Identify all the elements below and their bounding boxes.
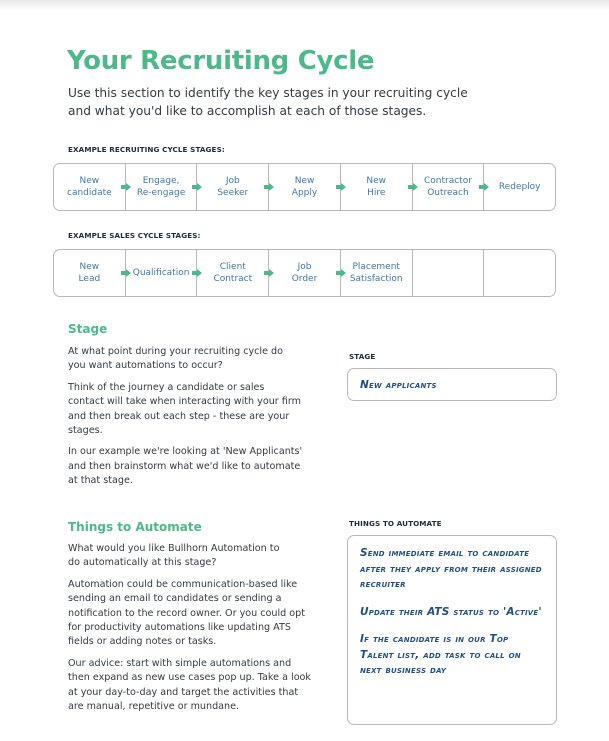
arrow-right-icon [264,269,275,277]
stage-line: Client [219,262,246,272]
stage-paragraph: Think of the journey a candidate or sale… [68,381,301,437]
stage-line: Job [297,262,312,272]
sales-stage-cell: Client Contract [192,250,268,296]
automate-box-label: THINGS TO AUTOMATE [349,519,442,528]
page-top-shadow [0,0,609,10]
automate-answer-text: Send immediate email to candidate after … [360,546,544,679]
automate-paragraph: What would you like Bullhorn Automation … [68,543,280,569]
sales-stage-cell: New Lead [54,250,125,296]
stage-line: Order [291,274,318,284]
recruiting-stage-cell: Engage, Re-engage [120,164,197,210]
sales-stage-label: Qualification [133,267,190,279]
recruiting-stage-label: New Hire [366,175,386,199]
stage-line: Seeker [217,188,249,198]
automate-paragraph: Our advice: start with simple automation… [68,657,311,713]
automate-answer-item: Update their ATS status to 'Active' [360,605,542,618]
sales-stage-label: Job Order [292,261,318,285]
stage-answer-box[interactable]: New applicants [347,368,557,401]
stage-line: Job [225,176,240,186]
arrow-right-icon [407,183,418,191]
arrow-right-icon [120,183,131,191]
recruiting-stage-cell: Redeploy [479,164,555,210]
recruiting-stage-cell: Contractor Outreach [407,164,484,210]
stage-line: New [294,176,315,186]
recruiting-stage-label: Job Seeker [217,175,248,199]
stage-line: Contractor [423,176,472,186]
arrow-right-icon [120,269,131,277]
sales-cycle-flow: New Lead Qualification Client Contract Job Ord… [53,249,556,297]
automate-paragraph: Automation could be communication-based … [68,578,306,648]
stage-line: Qualification [132,268,190,278]
sales-stage-cell: Placement Satisfaction [335,250,412,296]
automate-heading: Things to Automate [68,520,202,534]
sales-stage-cell [411,250,484,296]
recruiting-stage-label: Engage, Re-engage [137,175,185,199]
page-intro: Use this section to identify the key sta… [68,86,468,118]
recruiting-stage-cell: New candidate [54,164,125,210]
stage-line: Re-engage [136,188,186,198]
arrow-right-icon [335,183,346,191]
stage-line: Hire [367,188,386,198]
arrow-right-icon [479,183,490,191]
stage-description: At what point during your recruiting cyc… [68,345,303,496]
stage-heading: Stage [68,322,108,336]
sales-stage-cell [483,250,555,296]
arrow-right-icon [192,183,203,191]
page-title: Your Recruiting Cycle [67,46,375,76]
recruiting-stage-cell: New Apply [264,164,340,210]
automate-answer-item: If the candidate is in our Top Talent li… [360,633,521,676]
recruiting-cycle-label: EXAMPLE RECRUITING CYCLE STAGES: [68,145,225,154]
arrow-right-icon [192,269,203,277]
sales-stage-cell: Qualification [120,250,197,296]
stage-line: Lead [78,274,101,284]
automate-answer-box[interactable]: Send immediate email to candidate after … [347,535,557,725]
stage-line: New [366,176,387,186]
sales-stage-label: Placement Satisfaction [350,261,403,285]
stage-line: New [79,176,100,186]
stage-line: Apply [291,188,318,198]
sales-stage-label: New Lead [79,261,101,285]
stage-answer-text: New applicants [360,379,437,391]
stage-line: Placement [352,262,400,272]
stage-line: Redeploy [498,182,541,192]
recruiting-cycle-flow: New candidate Engage, Re-engage Job Seeker New… [53,163,556,211]
sales-stage-cell: Job Order [264,250,340,296]
stage-line: Engage, [142,176,180,186]
stage-paragraph: At what point during your recruiting cyc… [68,346,284,372]
arrow-right-icon [264,183,275,191]
automate-answer-item: Send immediate email to candidate after … [360,547,542,590]
recruiting-stage-cell: Job Seeker [192,164,268,210]
stage-line: candidate [67,188,112,198]
recruiting-stage-label: Contractor Outreach [424,175,472,199]
stage-paragraph: In our example we're looking at 'New App… [68,446,303,487]
stage-line: Satisfaction [349,274,403,284]
stage-line: Contract [213,274,253,284]
recruiting-stage-cell: New Hire [335,164,412,210]
sales-stage-label: Client Contract [213,261,252,285]
recruiting-stage-label: New Apply [292,175,317,199]
arrow-right-icon [335,269,346,277]
recruiting-stage-label: Redeploy [499,181,541,193]
stage-line: Outreach [427,188,469,198]
sales-cycle-label: EXAMPLE SALES CYCLE STAGES: [68,231,201,240]
stage-box-label: STAGE [349,352,376,361]
stage-line: New [79,262,100,272]
recruiting-stage-label: New candidate [67,175,112,199]
automate-description: What would you like Bullhorn Automation … [68,542,313,721]
